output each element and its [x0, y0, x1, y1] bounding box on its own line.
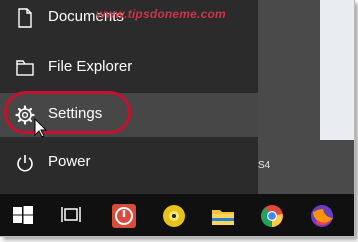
- file-explorer-label: File Explorer: [48, 58, 133, 75]
- red-power-app-icon: [112, 204, 136, 228]
- document-icon: [14, 7, 36, 29]
- settings-highlight-ring: [4, 91, 131, 134]
- task-view-button[interactable]: [48, 194, 94, 236]
- disc-icon: [163, 205, 185, 227]
- desktop: W IJ S4 Documents File Explorer: [0, 0, 354, 194]
- start-menu: Documents File Explorer Settings Power: [0, 0, 258, 194]
- power-icon: [14, 152, 36, 174]
- start-button[interactable]: [0, 194, 46, 236]
- windows-logo-icon: [13, 206, 33, 224]
- chrome-icon: [261, 205, 283, 227]
- file-explorer-icon: [14, 57, 36, 79]
- screenshot-frame: W IJ S4 Documents File Explorer: [0, 0, 355, 237]
- power-label: Power: [48, 153, 91, 170]
- taskbar-power-app[interactable]: [100, 194, 146, 236]
- background-window[interactable]: W IJ: [320, 0, 354, 140]
- watermark: www.tipsdoneme.com: [96, 7, 226, 21]
- start-menu-power[interactable]: Power: [0, 141, 258, 185]
- taskbar-firefox[interactable]: [298, 194, 344, 236]
- start-menu-file-explorer[interactable]: File Explorer: [0, 46, 258, 90]
- firefox-icon: [311, 205, 333, 227]
- task-view-icon: [61, 207, 81, 222]
- mouse-cursor-icon: [34, 117, 48, 143]
- folder-icon: [212, 210, 234, 225]
- desktop-label-fragment: S4: [258, 160, 271, 171]
- taskbar: [0, 194, 354, 236]
- taskbar-disc-app[interactable]: [150, 194, 196, 236]
- taskbar-file-explorer[interactable]: [199, 194, 245, 236]
- taskbar-chrome[interactable]: [248, 194, 294, 236]
